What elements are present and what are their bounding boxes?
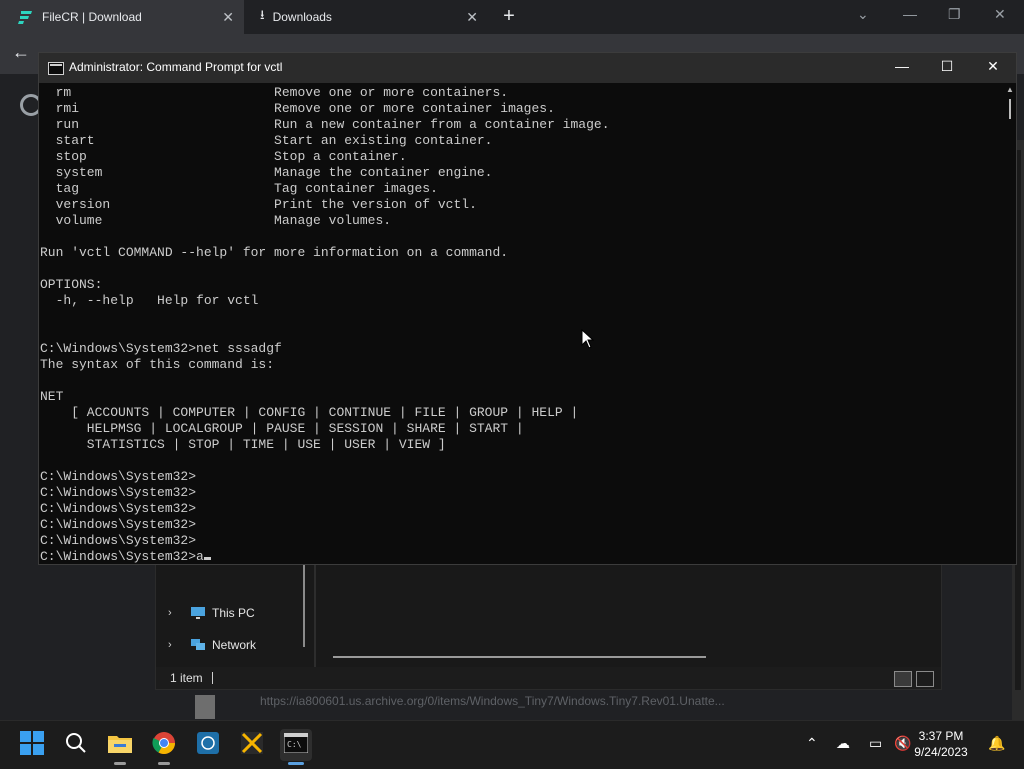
nav-item-network[interactable]: › Network (168, 634, 256, 656)
terminal-output-text: rm Remove one or more containers. rmi Re… (40, 85, 610, 564)
cmd-maximize-icon[interactable]: ☐ (937, 58, 957, 75)
cmd-app-icon (48, 62, 64, 75)
cmd-taskbar-button[interactable]: C:\ (280, 729, 312, 765)
scroll-up-arrow-icon[interactable]: ▲ (1006, 85, 1014, 94)
active-indicator (288, 762, 304, 765)
notification-bell-icon[interactable]: 🔔 (988, 735, 1005, 752)
start-button[interactable] (16, 729, 48, 761)
browser-restore-icon[interactable]: ❐ (948, 6, 961, 23)
cmd-titlebar[interactable]: Administrator: Command Prompt for vctl —… (39, 53, 1016, 83)
app-taskbar-button[interactable] (192, 729, 224, 761)
tab-search-chevron-icon[interactable]: ⌄ (857, 6, 869, 23)
cmd-close-icon[interactable]: ✕ (983, 58, 1003, 75)
svg-text:C:\: C:\ (287, 740, 302, 749)
nav-item-label: Network (212, 638, 257, 652)
file-explorer-window: › This PC › Network 1 item (155, 562, 942, 690)
terminal-output-area[interactable]: rm Remove one or more containers. rmi Re… (39, 83, 1004, 564)
browser-tab-strip: FileCR | Download ✕ ⭳ Downloads ✕ + ⌄ — … (0, 0, 1024, 34)
close-tab-icon[interactable]: ✕ (466, 9, 478, 26)
download-icon: ⭳ (260, 7, 265, 22)
cmd-minimize-icon[interactable]: — (892, 58, 912, 74)
chrome-icon (152, 731, 176, 760)
tool-icon (240, 731, 264, 760)
network-icon (190, 638, 206, 652)
terminal-output-container: rm Remove one or more containers. rmi Re… (40, 85, 610, 564)
taskbar: C:\ ⌃ ☁ ▭ 🔇 3:37 PM 9/24/2023 🔔 (0, 720, 1024, 769)
filecr-favicon-icon (18, 10, 34, 24)
tab-filecr-label: FileCR | Download (42, 10, 142, 24)
terminal-cursor (203, 557, 211, 560)
explorer-status-bar: 1 item (156, 667, 941, 689)
active-indicator (114, 762, 126, 765)
item-count: 1 item (170, 671, 203, 685)
horizontal-scrollbar[interactable] (333, 656, 706, 658)
terminal-icon: C:\ (283, 732, 309, 758)
details-view-icon[interactable] (894, 671, 912, 687)
nav-item-this-pc[interactable]: › This PC (168, 602, 255, 624)
explorer-nav-pane: › This PC › Network (156, 563, 306, 667)
mouse-cursor-icon (581, 328, 595, 354)
nav-item-label: This PC (212, 606, 255, 620)
close-tab-icon[interactable]: ✕ (222, 9, 234, 26)
nav-pane-divider[interactable] (314, 563, 316, 667)
new-tab-button[interactable]: + (498, 5, 520, 27)
tool-taskbar-button[interactable] (236, 729, 268, 761)
file-explorer-taskbar-button[interactable] (104, 729, 136, 765)
nav-pane-scrollbar[interactable] (303, 563, 305, 647)
back-arrow-icon[interactable]: ← (12, 42, 30, 63)
active-indicator (158, 762, 170, 765)
link-status-url: https://ia800601.us.archive.org/0/items/… (260, 694, 725, 708)
app-icon (196, 731, 220, 760)
chevron-right-icon[interactable]: › (168, 639, 180, 651)
cloud-info-icon[interactable]: ☁ (836, 735, 850, 752)
folder-icon (108, 733, 132, 758)
tab-downloads[interactable]: ⭳ Downloads ✕ (250, 0, 488, 34)
file-icon (195, 695, 215, 719)
clock-date[interactable]: 9/24/2023 (906, 745, 976, 759)
tab-downloads-label: Downloads (272, 10, 332, 24)
display-icon[interactable]: ▭ (869, 735, 882, 752)
windows-logo-icon (20, 730, 44, 760)
cmd-window-title: Administrator: Command Prompt for vctl (69, 60, 283, 74)
chevron-right-icon[interactable]: › (168, 607, 180, 619)
search-icon (65, 732, 87, 759)
browser-minimize-icon[interactable]: — (903, 6, 917, 22)
show-hidden-icons-icon[interactable]: ⌃ (806, 735, 818, 752)
browser-close-icon[interactable]: ✕ (994, 6, 1006, 23)
cmd-scroll-thumb[interactable] (1009, 99, 1011, 119)
status-divider (212, 672, 213, 684)
this-pc-icon (190, 606, 206, 620)
chrome-taskbar-button[interactable] (148, 729, 180, 765)
tab-filecr[interactable]: FileCR | Download ✕ (0, 0, 244, 34)
clock-time[interactable]: 3:37 PM (906, 729, 976, 743)
command-prompt-window[interactable]: Administrator: Command Prompt for vctl —… (38, 52, 1017, 565)
cmd-scrollbar[interactable]: ▲ (1004, 83, 1016, 564)
search-button[interactable] (60, 729, 92, 761)
large-icons-view-icon[interactable] (916, 671, 934, 687)
